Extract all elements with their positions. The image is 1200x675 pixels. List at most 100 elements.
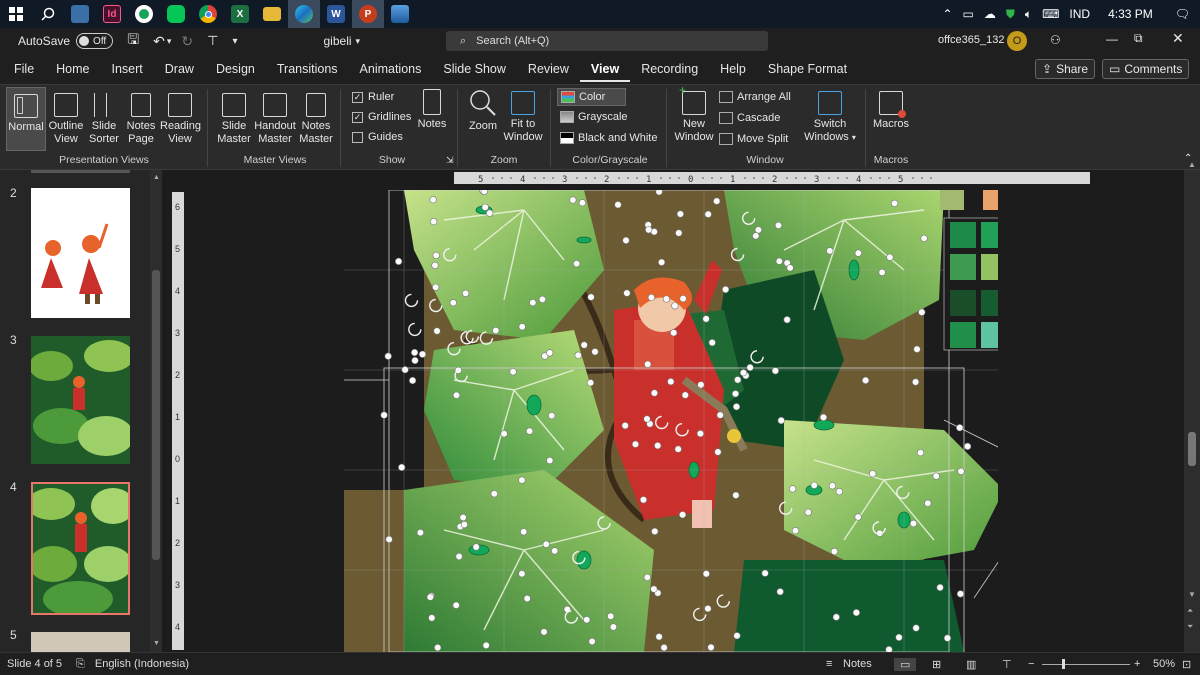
selection-handle[interactable] [854, 513, 862, 521]
selection-handle[interactable] [647, 293, 656, 302]
selection-handle[interactable] [587, 293, 595, 301]
selection-handle[interactable] [963, 442, 972, 450]
selection-handle[interactable] [861, 376, 870, 384]
selection-handle[interactable] [731, 390, 740, 398]
slide-thumbnail-5[interactable] [31, 632, 130, 652]
selection-handle[interactable] [574, 351, 582, 359]
line-icon[interactable] [160, 0, 192, 28]
autosave-toggle[interactable]: Off [76, 33, 114, 49]
language-status[interactable]: English (Indonesia) [95, 658, 189, 670]
tab-insert[interactable]: Insert [101, 56, 154, 82]
selection-handle[interactable] [434, 644, 442, 652]
tab-recording[interactable]: Recording [630, 56, 709, 82]
selection-handle[interactable] [546, 349, 554, 357]
selection-handle[interactable] [482, 641, 490, 650]
selection-handle[interactable] [658, 258, 666, 266]
reading-view-button[interactable]: Reading View [160, 93, 201, 146]
selection-handle[interactable] [644, 360, 652, 368]
tab-slide-show[interactable]: Slide Show [432, 56, 517, 82]
selection-handle[interactable] [548, 412, 556, 420]
selection-handle[interactable] [588, 637, 596, 646]
selection-handle[interactable] [702, 315, 710, 323]
restore-icon[interactable]: ⧉ [1134, 31, 1143, 46]
search-input[interactable]: ⌕ Search (Alt+Q) [446, 31, 768, 51]
selection-handle[interactable] [486, 209, 494, 217]
selection-handle[interactable] [890, 199, 899, 207]
selection-handle[interactable] [639, 496, 648, 504]
selection-handle[interactable] [408, 376, 417, 385]
selection-handle[interactable] [681, 391, 689, 399]
selection-handle[interactable] [835, 488, 843, 496]
selection-handle[interactable] [913, 345, 921, 353]
selection-handle[interactable] [401, 366, 409, 374]
selection-handle[interactable] [569, 196, 577, 204]
tab-design[interactable]: Design [205, 56, 266, 82]
slide-canvas[interactable] [344, 190, 998, 652]
selection-handle[interactable] [411, 356, 419, 365]
selection-handle[interactable] [580, 341, 588, 349]
minimize-icon[interactable]: — [1106, 32, 1118, 46]
undo-dropdown-icon[interactable]: ▾ [167, 36, 172, 47]
guides-checkbox[interactable]: Guides [352, 131, 403, 143]
selection-handle[interactable] [732, 403, 741, 411]
next-slide-icon[interactable]: ⏷ [1187, 622, 1193, 632]
selection-handle[interactable] [500, 430, 508, 438]
selection-handle[interactable] [777, 416, 785, 425]
palette-swatch[interactable] [981, 254, 998, 280]
palette-swatch[interactable] [950, 290, 976, 316]
normal-view-button[interactable]: Normal [6, 87, 46, 151]
coauthor-icon[interactable]: ⚇ [1050, 33, 1061, 47]
scroll-down-icon[interactable]: ▼ [1188, 590, 1196, 599]
filename-chevron-icon[interactable]: ▾ [356, 36, 361, 47]
selection-handle[interactable] [786, 264, 794, 272]
grayscale-button[interactable]: Grayscale [560, 111, 628, 123]
ruler-checkbox[interactable]: ✓ Ruler [352, 91, 394, 103]
macros-button[interactable]: Macros [870, 91, 912, 131]
avatar[interactable]: O [1007, 31, 1027, 51]
selection-handle[interactable] [551, 547, 559, 555]
selection-handle[interactable] [771, 367, 780, 375]
scrollbar-thumb[interactable] [152, 270, 160, 560]
selection-handle[interactable] [716, 411, 724, 419]
selection-handle[interactable] [702, 570, 710, 578]
accessibility-icon[interactable]: ⎘ [76, 658, 85, 671]
selection-handle[interactable] [886, 253, 894, 261]
save-icon[interactable]: 🖫︎ [127, 29, 139, 53]
dialog-launcher-icon[interactable]: ⇲ [446, 155, 454, 166]
selection-handle[interactable] [761, 569, 769, 577]
cascade-button[interactable]: Cascade [719, 112, 780, 124]
slide-master-button[interactable]: Slide Master [214, 93, 254, 146]
selection-handle[interactable] [660, 644, 668, 652]
network-icon[interactable]: ▭ [963, 7, 974, 21]
selection-handle[interactable] [869, 470, 877, 478]
selection-handle[interactable] [920, 234, 928, 243]
zoom-in-icon[interactable]: + [1134, 658, 1140, 670]
fit-to-window-button[interactable]: Fit to Window [503, 91, 543, 144]
clock[interactable]: 4:33 PM [1108, 7, 1153, 21]
selection-handle[interactable] [621, 422, 629, 430]
selection-handle[interactable] [385, 535, 393, 544]
selection-handle[interactable] [912, 624, 920, 632]
selection-handle[interactable] [878, 268, 886, 276]
tab-home[interactable]: Home [45, 56, 100, 82]
photos-viewer-icon[interactable] [384, 0, 416, 28]
notes-button[interactable]: Notes [415, 89, 449, 131]
selection-handle[interactable] [643, 415, 651, 423]
selection-handle[interactable] [538, 295, 546, 303]
zoom-level[interactable]: 50% [1153, 658, 1175, 670]
selection-handle[interactable] [540, 628, 548, 636]
zoom-slider[interactable] [1042, 659, 1130, 669]
selection-handle[interactable] [956, 590, 965, 598]
tab-help[interactable]: Help [709, 56, 757, 82]
powerpoint-icon[interactable]: P [352, 0, 384, 28]
slide-sorter-icon[interactable]: ⊞ [932, 658, 941, 671]
selection-handle[interactable] [804, 508, 812, 516]
selection-handle[interactable] [754, 226, 763, 234]
scroll-up-icon[interactable]: ▲ [1188, 160, 1196, 169]
comments-button[interactable]: ▭ Comments [1102, 59, 1190, 79]
selection-handle[interactable] [828, 482, 837, 490]
volume-icon[interactable]: 🔈︎ [1025, 7, 1032, 22]
selection-handle[interactable] [932, 472, 940, 480]
shield-icon[interactable]: ⛊ [1006, 7, 1015, 22]
selection-handle[interactable] [384, 352, 392, 360]
